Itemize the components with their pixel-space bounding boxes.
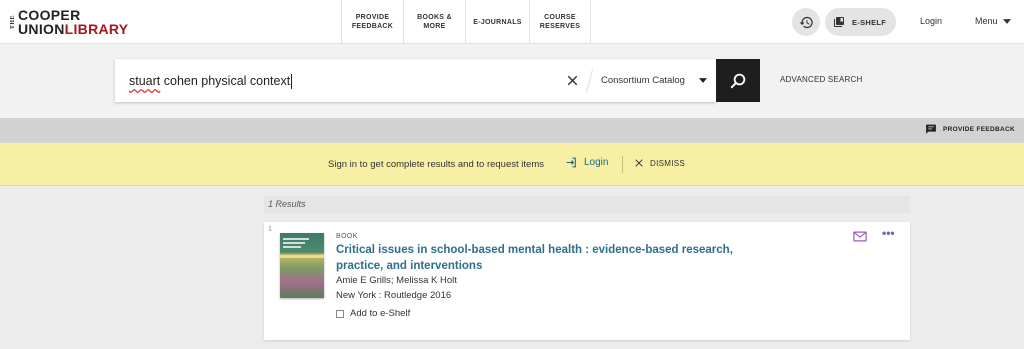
logo-line-2a: UNION (18, 21, 65, 37)
feedback-bar: PROVIDE FEEDBACK (0, 118, 1024, 143)
caret-down-icon (1002, 18, 1011, 24)
advanced-search-link[interactable]: ADVANCED SEARCH (780, 75, 862, 84)
search-icon (730, 73, 746, 88)
logo-the: THE (10, 14, 16, 30)
dismiss-label: DISMISS (650, 158, 685, 168)
signin-message: Sign in to get complete results and to r… (328, 159, 544, 170)
nav-provide-feedback[interactable]: PROVIDE FEEDBACK (341, 0, 403, 44)
search-scope-select[interactable]: Consortium Catalog (601, 75, 707, 86)
checkbox-icon (336, 309, 344, 318)
caret-down-icon (698, 78, 707, 83)
result-item: 1 BOOK Critical issues in school-based m… (264, 222, 910, 340)
close-icon (635, 159, 643, 167)
more-actions-icon[interactable]: ••• (882, 227, 895, 239)
menu-button[interactable]: Menu (975, 16, 1011, 26)
search-bar: stuart cohen physical context Consortium… (115, 59, 716, 102)
search-history-button[interactable] (792, 8, 820, 36)
feedback-icon (926, 124, 936, 134)
search-input[interactable]: stuart cohen physical context (129, 71, 559, 91)
menu-label: Menu (975, 16, 998, 26)
main-nav: PROVIDE FEEDBACK BOOKS & MORE E-JOURNALS… (341, 0, 591, 44)
email-icon[interactable] (853, 231, 867, 242)
eshelf-button[interactable]: E-SHELF (825, 8, 896, 36)
add-to-eshelf-label: Add to e-Shelf (350, 308, 411, 319)
logo-line-2b: LIBRARY (64, 21, 129, 37)
search-query-word: stuart (129, 74, 161, 88)
library-logo[interactable]: THE COOPER UNIONLIBRARY (10, 6, 128, 38)
add-to-eshelf-checkbox[interactable]: Add to e-Shelf (336, 308, 410, 319)
eshelf-label: E-SHELF (852, 17, 887, 27)
book-cover-thumbnail[interactable] (280, 233, 324, 298)
history-icon (799, 16, 813, 28)
result-type: BOOK (336, 233, 358, 240)
provide-feedback-label: PROVIDE FEEDBACK (943, 126, 1015, 133)
results-count: 1 Results (264, 196, 910, 213)
result-number: 1 (268, 226, 272, 233)
banner-login-button[interactable]: Login (565, 156, 608, 169)
search-scope-label: Consortium Catalog (601, 75, 685, 86)
logo-line-1: COOPER (18, 7, 81, 23)
text-cursor (291, 73, 293, 89)
nav-books-more[interactable]: BOOKS & MORE (403, 0, 465, 44)
top-bar: THE COOPER UNIONLIBRARY PROVIDE FEEDBACK… (0, 0, 1024, 44)
nav-course-reserves[interactable]: COURSE RESERVES (529, 0, 591, 44)
login-icon (566, 157, 576, 168)
signin-banner: Sign in to get complete results and to r… (0, 143, 1024, 186)
result-authors: Amie E Grills; Melissa K Holt (336, 275, 457, 286)
scope-divider (585, 69, 594, 93)
banner-divider (622, 156, 623, 173)
banner-login-label: Login (584, 157, 609, 168)
search-query-rest: cohen physical context (160, 74, 291, 88)
login-link[interactable]: Login (920, 16, 942, 26)
clear-search-icon[interactable] (564, 72, 581, 89)
search-zone: stuart cohen physical context Consortium… (0, 44, 1024, 118)
dismiss-button[interactable]: DISMISS (634, 158, 685, 168)
provide-feedback-button[interactable]: PROVIDE FEEDBACK (924, 123, 1015, 136)
eshelf-icon (834, 17, 844, 27)
result-publication: New York : Routledge 2016 (336, 290, 452, 301)
search-button[interactable] (716, 59, 760, 102)
result-title-link[interactable]: Critical issues in school-based mental h… (336, 242, 766, 274)
nav-e-journals[interactable]: E-JOURNALS (465, 0, 529, 44)
